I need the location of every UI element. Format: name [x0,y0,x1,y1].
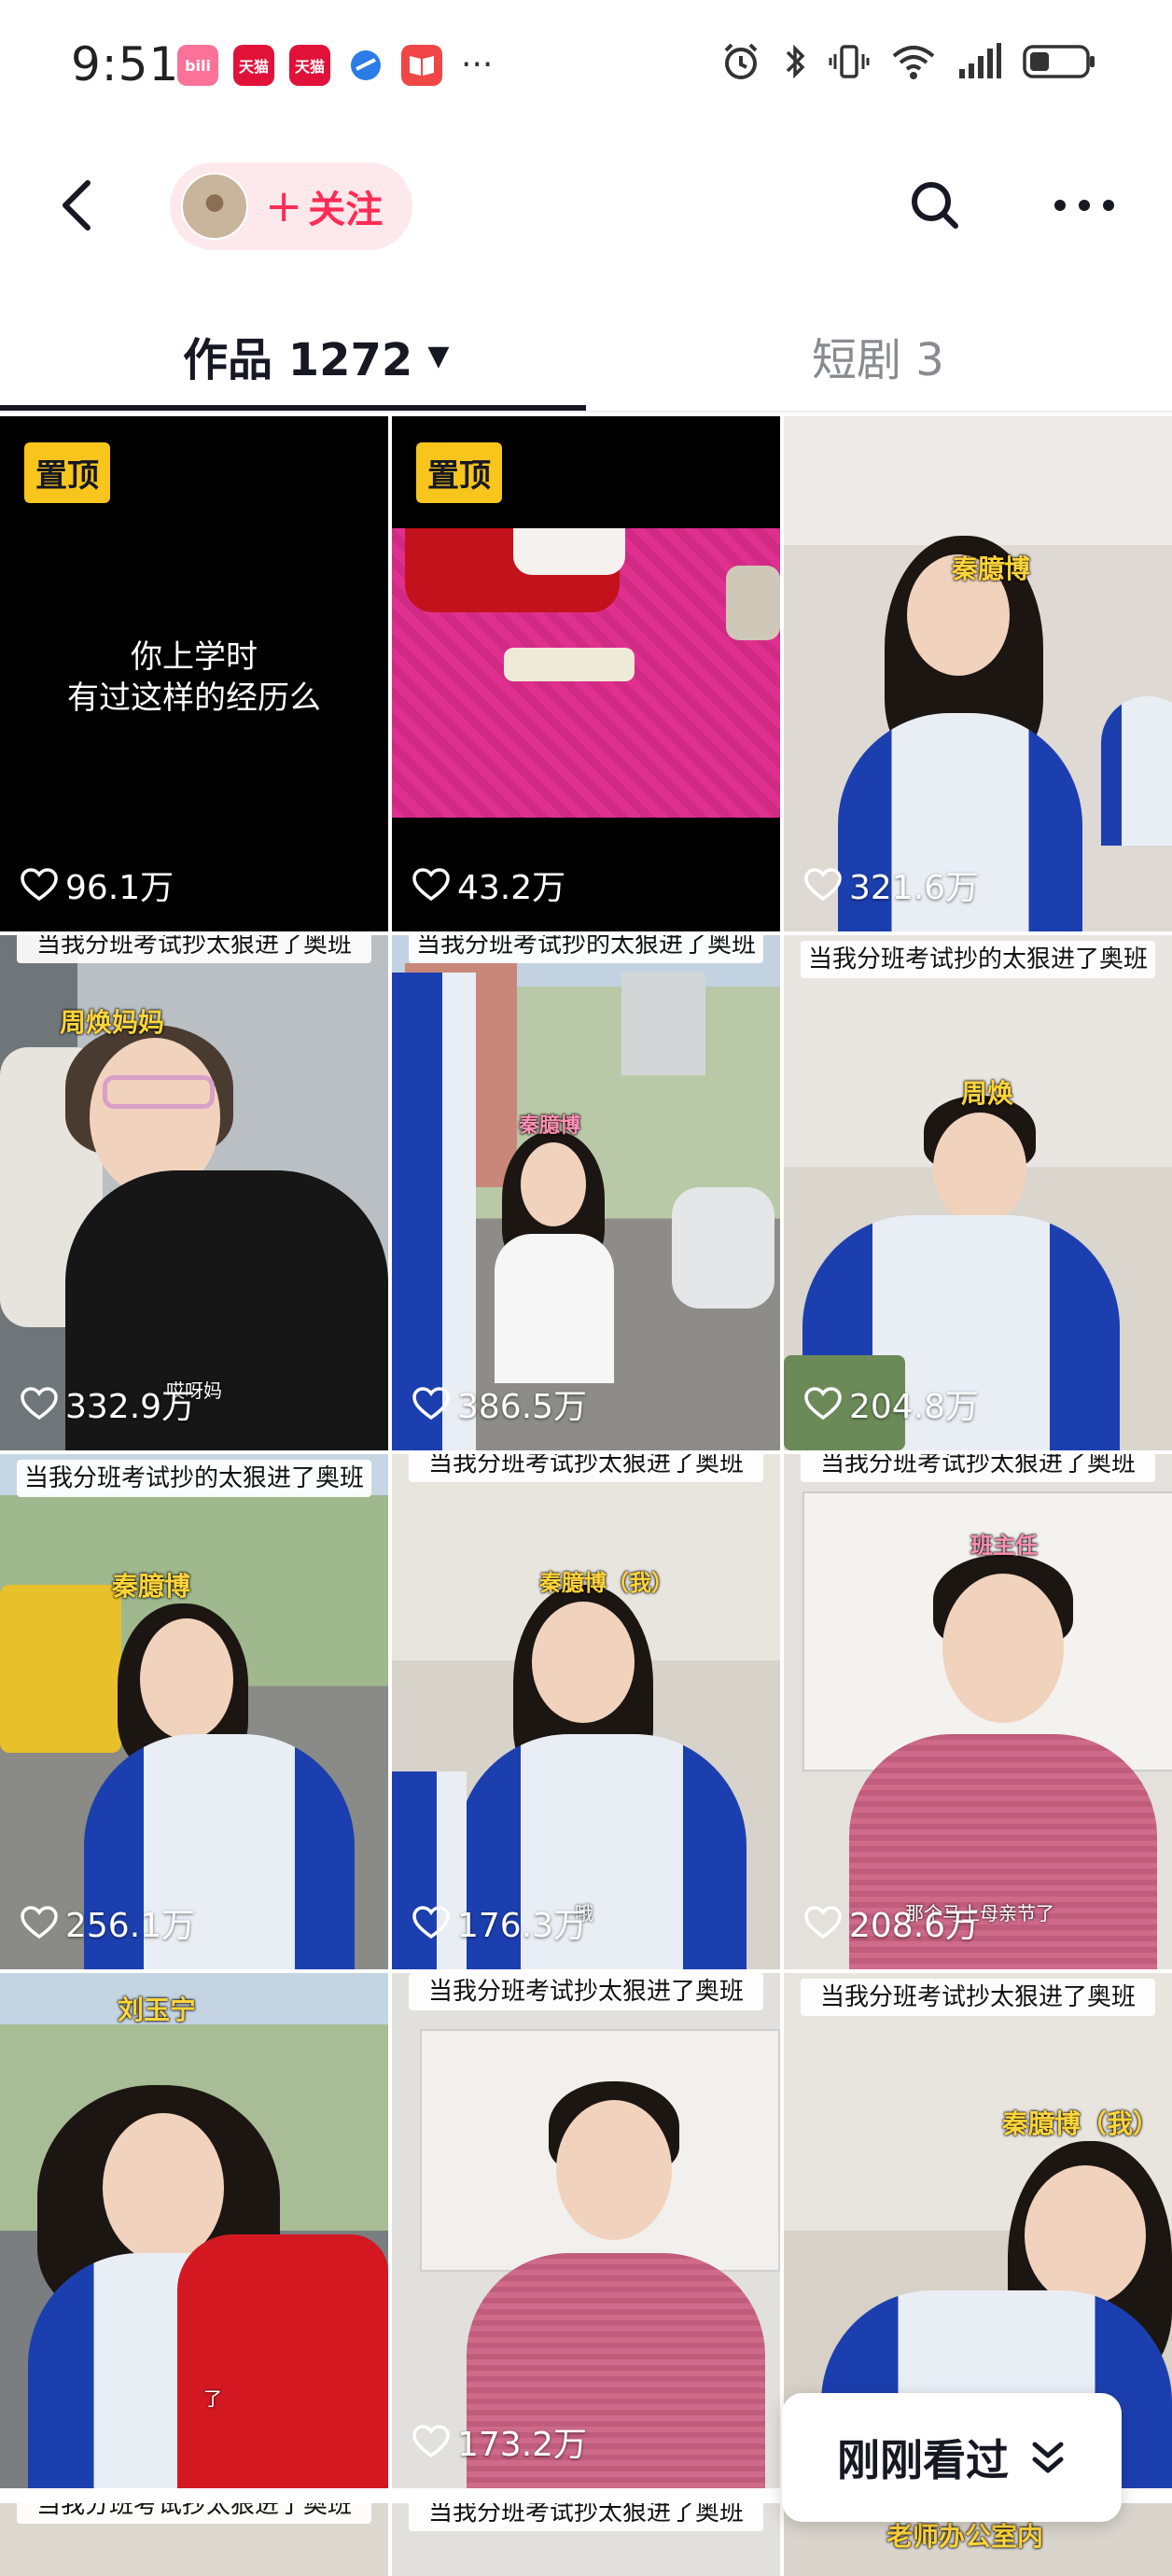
scene-label: 老师办公室内 [886,2521,1044,2552]
more-notifications-icon: ··· [461,46,494,84]
video-thumbnail[interactable]: 置顶 你上学时 有过这样的经历么 96.1万 [0,416,388,931]
video-title: 当我分班考试抄的太狠进了奥班 [801,941,1155,978]
heart-icon [804,1906,842,1939]
tmall-icon: 天猫 [289,45,330,86]
video-thumbnail[interactable]: 刘玉宁 了 [0,1973,388,2488]
video-thumbnail[interactable]: 当我分班考试抄太狠进了奥班 周焕妈妈 哎呀妈 332.9万 [0,935,388,1450]
bilibili-icon: bili [177,45,218,86]
browser-icon [345,45,386,86]
character-name-tag: 周焕 [961,1078,1014,1109]
back-icon[interactable] [45,172,112,239]
video-thumbnail[interactable]: 当我分班考试抄太狠进了奥班 [0,2503,388,2576]
avatar[interactable] [181,173,248,240]
wifi-icon [892,46,935,79]
caret-down-icon[interactable]: ▼ [427,340,449,372]
follow-button[interactable]: + 关注 [170,162,412,250]
video-grid: 置顶 你上学时 有过这样的经历么 96.1万 置顶 43.2万 秦臆博 321.… [0,416,1172,2488]
heart-icon [412,1387,450,1421]
video-title: 当我分班考试抄的太狠进了奥班 [409,935,763,963]
video-title: 当我分班考试抄太狠进了奥班 [801,1454,1155,1482]
character-name-tag: 刘玉宁 [118,1995,197,2025]
tab-short-drama[interactable]: 短剧 3 [812,323,944,388]
profile-header: + 关注 [0,140,1172,273]
like-count: 256.1万 [21,1898,195,1947]
video-title: 当我分班考试抄太狠进了奥班 [17,2503,371,2524]
tab-works[interactable]: 作品 1272 ▼ [183,323,449,388]
character-name-tag: 秦臆博 [519,1114,581,1138]
like-count: 386.5万 [412,1379,587,1428]
video-thumbnail[interactable]: 当我分班考试抄的太狠进了奥班 秦臆博 256.1万 [0,1454,388,1969]
vibrate-icon [829,45,870,78]
video-thumbnail[interactable]: 当我分班考试抄太狠进了奥班 173.2万 [392,1973,780,2488]
content-tabs: 作品 1272 ▼ 短剧 3 [0,297,1172,413]
plus-icon: + [265,180,303,232]
character-name-tag: 周焕妈妈 [60,1007,165,1038]
like-count: 321.6万 [804,861,979,909]
video-thumbnail[interactable]: 秦臆博 321.6万 [784,416,1172,931]
heart-icon [21,1906,58,1939]
subtitle-text: 了 [203,2387,222,2410]
like-count: 43.2万 [412,861,565,909]
video-thumbnail[interactable]: 当我分班考试抄的太狠进了奥班 秦臆博 386.5万 [392,935,780,1450]
character-name-tag: 秦臆博 [112,1571,191,1602]
character-name-tag: 秦臆博（我） [539,1570,674,1596]
heart-icon [412,1906,450,1939]
video-title: 当我分班考试抄的太狠进了奥班 [17,1460,371,1497]
video-thumbnail[interactable]: 当我分班考试抄的太狠进了奥班 周焕 204.8万 [784,935,1172,1450]
clock: 9:51 [71,37,180,91]
bluetooth-icon [786,44,805,79]
heart-icon [21,1387,58,1421]
heart-icon [804,868,842,902]
search-icon[interactable] [901,172,969,239]
double-chevron-down-icon [1032,2442,1064,2473]
like-count: 208.6万 [804,1898,979,1947]
video-title: 当我分班考试抄太狠进了奥班 [409,2503,763,2531]
heart-icon [804,1387,842,1421]
pinned-badge: 置顶 [416,442,502,503]
video-title: 当我分班考试抄太狠进了奥班 [409,1454,763,1482]
more-options-icon[interactable] [1047,172,1122,239]
video-title: 当我分班考试抄太狠进了奥班 [801,1979,1155,2016]
thumbnail-caption: 你上学时 有过这样的经历么 [67,638,321,717]
character-name-tag: 秦臆博（我） [1002,2108,1160,2139]
battery-icon [1023,45,1095,78]
like-count: 96.1万 [21,861,174,909]
tab-divider [0,411,1172,413]
video-thumbnail[interactable]: 当我分班考试抄太狠进了奥班 秦臆博（我） 哦 176.3万 [392,1454,780,1969]
video-thumbnail[interactable]: 置顶 43.2万 [392,416,780,931]
like-count: 332.9万 [21,1379,195,1428]
book-app-icon [401,45,442,86]
signal-icon [959,43,1001,78]
tmall-icon: 天猫 [233,45,274,86]
alarm-icon [724,43,758,79]
recently-viewed-label: 刚刚看过 [837,2435,1009,2485]
video-thumbnail[interactable]: 当我分班考试抄太狠进了奥班 班主任 那个马上母亲节了 208.6万 [784,1454,1172,1969]
follow-label: 关注 [308,189,384,231]
recently-viewed-button[interactable]: 刚刚看过 [782,2393,1122,2522]
status-bar: 9:51 bili 天猫 天猫 ··· [0,0,1172,134]
video-title: 当我分班考试抄太狠进了奥班 [409,1973,763,2010]
heart-icon [412,2425,450,2458]
character-name-tag: 班主任 [970,1533,1038,1559]
character-name-tag: 秦臆博 [952,553,1031,584]
video-title: 当我分班考试抄太狠进了奥班 [17,935,371,963]
like-count: 173.2万 [412,2417,587,2466]
pinned-badge: 置顶 [24,442,110,503]
like-count: 204.8万 [804,1379,979,1428]
tab-works-label: 作品 1272 [183,334,413,386]
like-count: 176.3万 [412,1898,587,1947]
video-thumbnail[interactable]: 当我分班考试抄太狠进了奥班 [392,2503,780,2576]
notification-icons: bili 天猫 天猫 ··· [177,45,493,86]
heart-icon [412,868,450,902]
system-icons [720,41,1097,82]
heart-icon [21,868,58,902]
